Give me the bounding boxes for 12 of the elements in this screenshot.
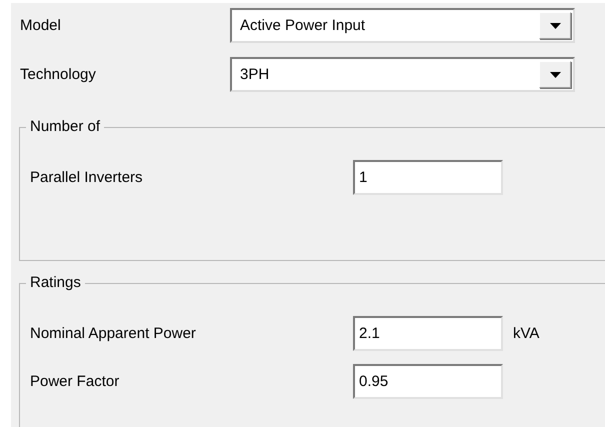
field-label: Power Factor [29, 373, 120, 390]
field-label: Parallel Inverters [29, 169, 144, 186]
field-label: Nominal Apparent Power [29, 325, 197, 342]
dropdown[interactable]: 3PH [230, 57, 575, 92]
group-title: Ratings [26, 274, 85, 292]
input-field[interactable]: 0.95 [353, 364, 503, 399]
input-field[interactable]: 1 [353, 160, 503, 195]
input-field[interactable]: 2.1 [353, 316, 503, 351]
dropdown[interactable]: Active Power Input [230, 8, 575, 43]
field-label: Technology [19, 66, 97, 83]
unit-label: kVA [513, 325, 540, 342]
field-label: Model [19, 17, 62, 34]
